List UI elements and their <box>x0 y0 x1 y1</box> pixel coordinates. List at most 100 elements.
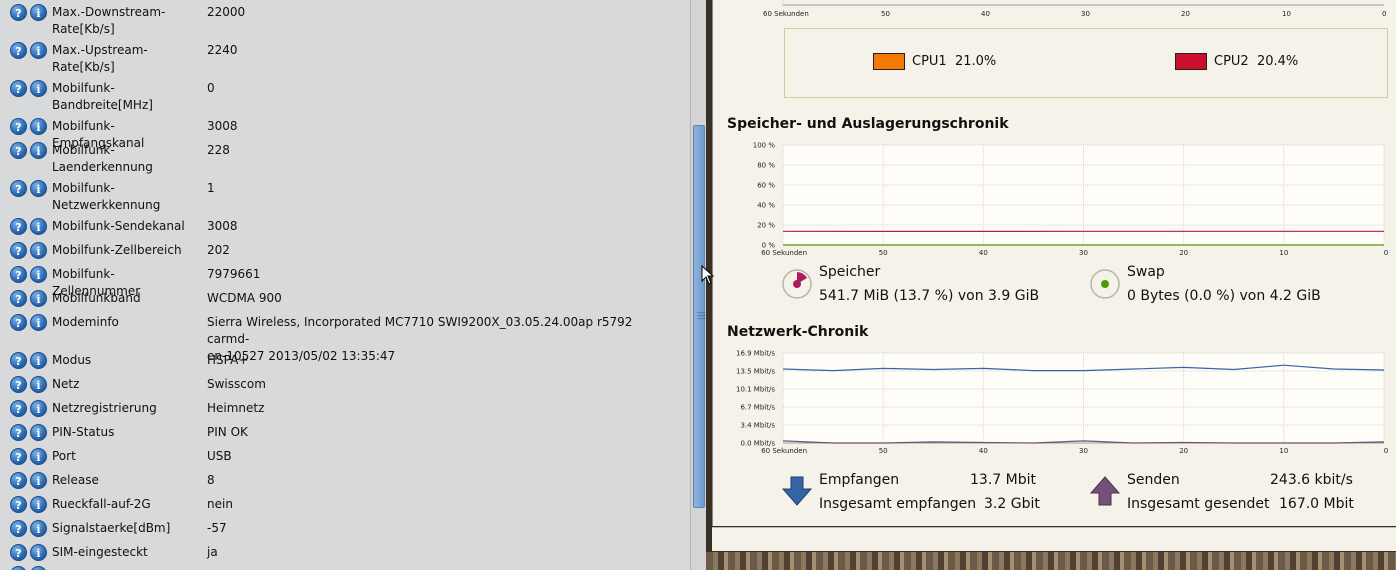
question-icon[interactable]: ? <box>10 544 27 561</box>
info-icon[interactable] <box>30 566 47 570</box>
cpu2-label: CPU2 20.4% <box>1214 54 1299 69</box>
info-icon[interactable]: i <box>30 376 47 393</box>
network-x-tick: 0 <box>1384 447 1388 455</box>
info-icon[interactable]: i <box>30 218 47 235</box>
info-name: SIM-eingesteckt <box>52 545 148 559</box>
question-icon[interactable] <box>10 566 27 570</box>
info-icon[interactable]: i <box>30 544 47 561</box>
mouse-cursor-icon <box>701 264 715 285</box>
screen: ? i Max.-Downstream- Rate[Kb/s] 22000? i Max.… <box>0 0 1396 570</box>
info-name: Netz <box>52 377 80 391</box>
memory-y-tick: 20 % <box>757 222 775 230</box>
info-icon[interactable]: i <box>30 424 47 441</box>
question-icon[interactable]: ? <box>10 424 27 441</box>
cpu1-color-swatch[interactable] <box>873 53 905 70</box>
question-icon[interactable]: ? <box>10 352 27 369</box>
memory-y-tick: 80 % <box>757 162 775 170</box>
row-icons: ? i <box>10 80 48 98</box>
info-name: Mobilfunk- Bandbreite[MHz] <box>52 81 153 112</box>
cpu2-color-swatch[interactable] <box>1175 53 1207 70</box>
info-icon[interactable]: i <box>30 4 47 21</box>
cpu-x-tick: 50 <box>881 10 890 18</box>
network-x-tick: 50 <box>879 447 888 455</box>
info-name: Mobilfunk- Laenderkennung <box>52 143 153 174</box>
info-name: Netzregistrierung <box>52 401 157 415</box>
network-x-tick: 10 <box>1279 447 1288 455</box>
network-x-tick: 40 <box>979 447 988 455</box>
info-value: 228 <box>207 143 230 157</box>
info-icon[interactable]: i <box>30 496 47 513</box>
row-icons: ? i <box>10 180 48 198</box>
send-value: 243.6 kbit/s <box>1270 472 1353 488</box>
info-icon[interactable]: i <box>30 290 47 307</box>
memory-x-tick: 30 <box>1079 249 1088 257</box>
row-icons: ? i <box>10 4 48 22</box>
info-value: 8 <box>207 473 215 487</box>
info-icon[interactable]: i <box>30 118 47 135</box>
info-icon[interactable]: i <box>30 472 47 489</box>
info-value: 0 <box>207 81 215 95</box>
cpu-x-tick: 20 <box>1181 10 1190 18</box>
question-icon[interactable]: ? <box>10 472 27 489</box>
row-icons: ? i <box>10 448 48 466</box>
info-name: Release <box>52 473 99 487</box>
question-icon[interactable]: ? <box>10 290 27 307</box>
question-icon[interactable]: ? <box>10 266 27 283</box>
network-x-tick: 20 <box>1179 447 1188 455</box>
memory-pie-icon[interactable] <box>781 268 813 300</box>
info-name: Port <box>52 449 76 463</box>
send-total-label: Insgesamt gesendet <box>1127 496 1270 512</box>
info-name: Modus <box>52 353 92 367</box>
question-icon[interactable]: ? <box>10 242 27 259</box>
network-y-tick: 10.1 Mbit/s <box>736 386 775 394</box>
info-icon[interactable]: i <box>30 42 47 59</box>
question-icon[interactable]: ? <box>10 448 27 465</box>
question-icon[interactable]: ? <box>10 42 27 59</box>
question-icon[interactable]: ? <box>10 180 27 197</box>
upload-arrow-icon[interactable] <box>1089 475 1121 507</box>
info-icon[interactable]: i <box>30 314 47 331</box>
info-name: Mobilfunk-Sendekanal <box>52 219 185 233</box>
question-icon[interactable]: ? <box>10 400 27 417</box>
question-icon[interactable]: ? <box>10 4 27 21</box>
memory-x-tick: 10 <box>1279 249 1288 257</box>
info-icon[interactable]: i <box>30 400 47 417</box>
info-name: PIN-Status <box>52 425 115 439</box>
question-icon[interactable]: ? <box>10 142 27 159</box>
info-icon[interactable]: i <box>30 242 47 259</box>
info-name: Signalstaerke[dBm] <box>52 521 171 535</box>
grip-icon: — — — <box>697 308 706 324</box>
swap-pie-icon[interactable] <box>1089 268 1121 300</box>
cpu-x-tick: 40 <box>981 10 990 18</box>
info-icon[interactable]: i <box>30 80 47 97</box>
swap-label: Swap <box>1127 264 1165 280</box>
info-icon[interactable]: i <box>30 180 47 197</box>
question-icon[interactable]: ? <box>10 218 27 235</box>
row-icons: ? i <box>10 290 48 308</box>
receive-label: Empfangen <box>819 472 900 488</box>
question-icon[interactable]: ? <box>10 520 27 537</box>
info-icon[interactable]: i <box>30 266 47 283</box>
info-icon[interactable]: i <box>30 352 47 369</box>
info-name: Mobilfunkband <box>52 291 141 305</box>
network-chart: 16.9 Mbit/s 13.5 Mbit/s 10.1 Mbit/s 6.7 Mbi… <box>736 350 1388 456</box>
info-name: Max.-Upstream- Rate[Kb/s] <box>52 43 148 74</box>
question-icon[interactable]: ? <box>10 314 27 331</box>
question-icon[interactable]: ? <box>10 376 27 393</box>
network-y-tick: 16.9 Mbit/s <box>736 350 775 358</box>
scrollbar-thumb[interactable]: — — — <box>693 125 706 508</box>
question-icon[interactable]: ? <box>10 496 27 513</box>
network-section-title: Netzwerk-Chronik <box>727 324 869 340</box>
info-icon[interactable]: i <box>30 448 47 465</box>
question-icon[interactable]: ? <box>10 118 27 135</box>
network-y-tick: 13.5 Mbit/s <box>736 368 775 376</box>
info-icon[interactable]: i <box>30 520 47 537</box>
download-arrow-icon[interactable] <box>781 475 813 507</box>
question-icon[interactable]: ? <box>10 80 27 97</box>
info-icon[interactable]: i <box>30 142 47 159</box>
memory-y-tick: 40 % <box>757 202 775 210</box>
row-icons: ? i <box>10 352 48 370</box>
info-name: Modeminfo <box>52 315 119 329</box>
info-value: -57 <box>207 521 227 535</box>
row-icons: ? i <box>10 400 48 418</box>
